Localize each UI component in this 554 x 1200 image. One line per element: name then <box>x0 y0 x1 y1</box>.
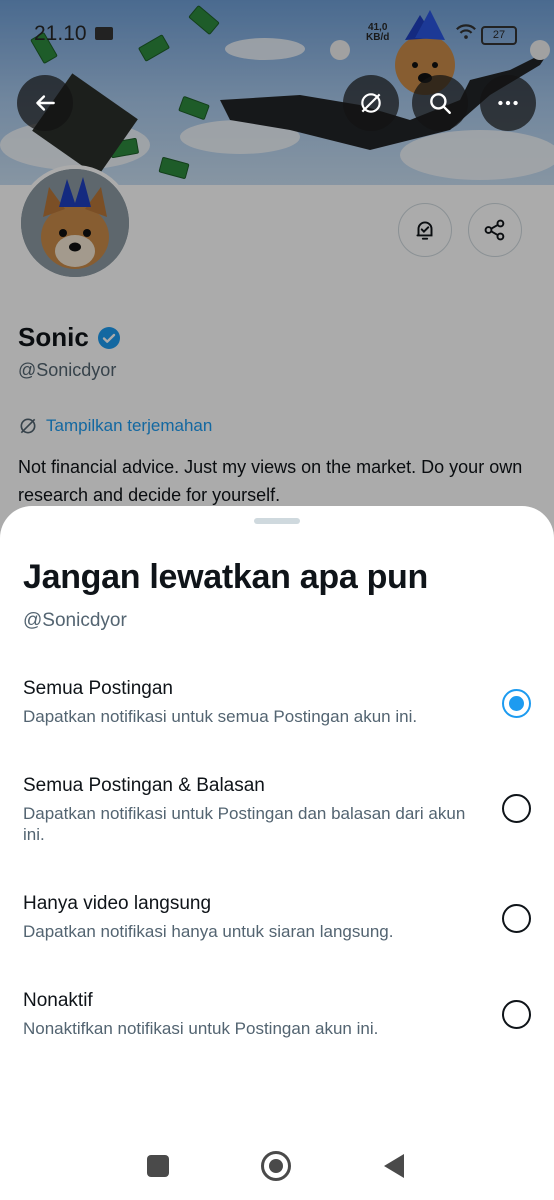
translate-icon <box>361 93 381 113</box>
option-live-video-only[interactable]: Hanya video langsung Dapatkan notifikasi… <box>0 887 554 953</box>
status-time: 21.10 <box>34 22 87 45</box>
option-description: Dapatkan notifikasi untuk Postingan dan … <box>23 804 466 844</box>
option-title: Hanya video langsung <box>23 893 212 914</box>
home-button[interactable] <box>261 1151 291 1181</box>
message-notification-icon <box>95 27 113 40</box>
radio-off[interactable] <box>502 1000 531 1029</box>
battery-indicator: 27 <box>481 26 517 45</box>
back-button[interactable] <box>17 75 73 131</box>
more-horizontal-icon <box>498 100 518 106</box>
notification-settings-sheet: Jangan lewatkan apa pun @Sonicdyor Semua… <box>0 506 554 1200</box>
translate-button[interactable] <box>343 75 399 131</box>
search-button[interactable] <box>412 75 468 131</box>
option-title: Semua Postingan & Balasan <box>23 775 265 796</box>
option-posts-and-replies[interactable]: Semua Postingan & Balasan Dapatkan notif… <box>0 769 554 849</box>
arrow-left-icon <box>36 95 55 111</box>
radio-live-video-only[interactable] <box>502 904 531 933</box>
status-bar: 21.10 41,0 KB/d 27 <box>0 0 554 66</box>
wifi-icon <box>456 24 476 39</box>
option-all-posts[interactable]: Semua Postingan Dapatkan notifikasi untu… <box>0 672 554 738</box>
sheet-title: Jangan lewatkan apa pun <box>23 558 428 596</box>
system-navigation-bar <box>0 1130 554 1200</box>
network-speed-unit: KB/d <box>366 32 390 43</box>
option-description: Nonaktifkan notifikasi untuk Postingan a… <box>23 1019 379 1038</box>
home-dot-icon <box>269 1159 283 1173</box>
radio-all-posts[interactable] <box>502 689 531 718</box>
option-description: Dapatkan notifikasi untuk semua Postinga… <box>23 707 418 726</box>
search-icon <box>430 93 451 114</box>
option-title: Nonaktif <box>23 990 93 1011</box>
option-description: Dapatkan notifikasi hanya untuk siaran l… <box>23 922 394 941</box>
sheet-subtitle: @Sonicdyor <box>23 610 127 631</box>
sheet-drag-handle[interactable] <box>254 518 300 524</box>
more-button[interactable] <box>480 75 536 131</box>
option-off[interactable]: Nonaktif Nonaktifkan notifikasi untuk Po… <box>0 984 554 1050</box>
back-nav-button[interactable] <box>382 1152 406 1180</box>
recents-button[interactable] <box>147 1155 169 1177</box>
option-title: Semua Postingan <box>23 678 173 699</box>
network-speed: 41,0 KB/d <box>366 23 389 43</box>
radio-posts-and-replies[interactable] <box>502 794 531 823</box>
